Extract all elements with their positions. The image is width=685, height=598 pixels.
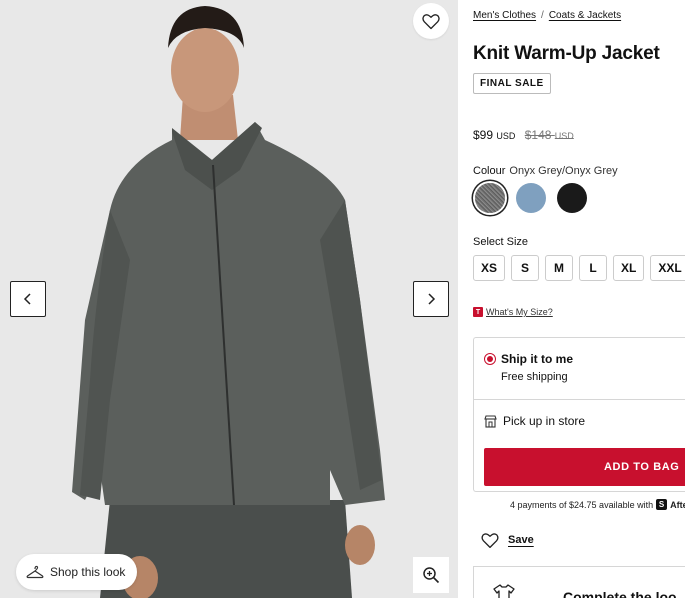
size-option-s[interactable]: S — [511, 255, 540, 281]
selected-colour: Onyx Grey/Onyx Grey — [509, 165, 618, 177]
afterpay-info: 4 payments of $24.75 available with S Af… — [510, 499, 685, 510]
chevron-right-icon — [428, 293, 436, 305]
original-price-currency: USD — [554, 131, 574, 141]
ship-subtitle: Free shipping — [501, 371, 568, 383]
store-icon — [484, 414, 497, 428]
fulfilment-box: Ship it to me Free shipping Pick up in s… — [473, 337, 685, 492]
size-option-xl[interactable]: XL — [613, 255, 645, 281]
afterpay-brand: Afte — [670, 499, 685, 510]
final-sale-badge: FINAL SALE — [473, 73, 551, 94]
original-price-value: $148 — [524, 128, 552, 142]
size-label: Select Size — [473, 236, 529, 248]
colour-swatches — [475, 183, 587, 213]
colour-label: Colour Onyx Grey/Onyx Grey — [473, 165, 618, 177]
zoom-in-icon — [423, 567, 440, 584]
sale-price: $99 — [473, 128, 494, 142]
afterpay-logo-icon: S — [656, 499, 668, 510]
complete-the-look-label: Complete the loo — [563, 589, 677, 598]
add-to-bag-button[interactable]: ADD TO BAG — [484, 448, 685, 486]
pickup-label: Pick up in store — [503, 414, 586, 428]
product-page: Shop this look Men's Clothes / Coats & Jac… — [0, 0, 685, 598]
ship-title: Ship it to me — [501, 352, 573, 366]
shop-this-look-label: Shop this look — [50, 565, 126, 579]
product-info: Men's Clothes / Coats & Jackets Knit Warm-… — [473, 0, 685, 598]
next-image-button[interactable] — [413, 281, 449, 317]
heart-outline-icon — [422, 14, 440, 30]
size-guide-logo-icon: T — [473, 307, 483, 317]
swatch-black[interactable] — [557, 183, 587, 213]
complete-the-look[interactable]: Complete the loo — [473, 566, 685, 598]
size-option-xs[interactable]: XS — [473, 255, 506, 281]
heart-outline-icon — [481, 533, 499, 549]
size-options: XS S M L XL XXL — [473, 255, 685, 281]
fulfilment-divider — [474, 399, 685, 400]
price: $99 USD $148 USD — [473, 128, 574, 142]
original-price: $148 USD — [525, 128, 574, 142]
favourite-button[interactable] — [413, 3, 449, 39]
size-guide-link[interactable]: T What's My Size? — [473, 307, 553, 317]
shirt-icon — [493, 584, 515, 598]
size-guide-label: What's My Size? — [486, 307, 553, 317]
size-option-l[interactable]: L — [579, 255, 608, 281]
product-photo — [0, 0, 458, 598]
breadcrumb: Men's Clothes / Coats & Jackets — [473, 10, 621, 21]
breadcrumb-coats-jackets[interactable]: Coats & Jackets — [549, 10, 621, 21]
size-option-xxl[interactable]: XXL — [650, 255, 685, 281]
hanger-icon — [26, 565, 44, 579]
save-button[interactable]: Save — [480, 531, 534, 549]
zoom-button[interactable] — [413, 557, 449, 593]
chevron-left-icon — [23, 293, 31, 305]
sale-price-currency: USD — [496, 131, 516, 141]
colour-heading: Colour — [473, 165, 506, 177]
shop-this-look-button[interactable]: Shop this look — [16, 554, 138, 590]
save-label: Save — [508, 534, 534, 546]
swatch-onyx-grey[interactable] — [475, 183, 505, 213]
product-title: Knit Warm-Up Jacket — [473, 43, 660, 64]
afterpay-text: 4 payments of $24.75 available with — [510, 499, 654, 510]
size-option-m[interactable]: M — [545, 255, 574, 281]
ship-radio[interactable] — [484, 353, 496, 365]
previous-image-button[interactable] — [10, 281, 46, 317]
breadcrumb-separator: / — [541, 10, 544, 21]
pickup-option[interactable]: Pick up in store — [484, 414, 585, 428]
breadcrumb-mens-clothes[interactable]: Men's Clothes — [473, 10, 536, 21]
swatch-blue[interactable] — [516, 183, 546, 213]
product-gallery: Shop this look — [0, 0, 458, 598]
